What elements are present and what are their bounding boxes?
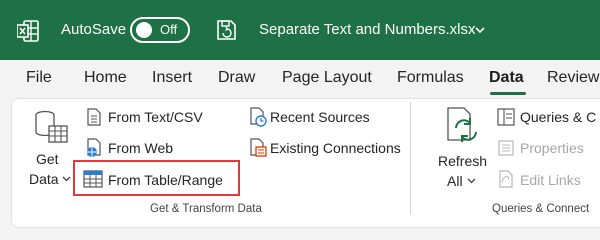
refresh-all-label-line1[interactable]: Refresh: [438, 152, 487, 170]
tab-home[interactable]: Home: [84, 68, 127, 88]
recent-sources-button[interactable]: Recent Sources: [270, 108, 370, 126]
tab-data[interactable]: Data: [489, 68, 524, 88]
edit-links-icon: [499, 170, 513, 188]
recent-sources-icon: [250, 107, 267, 127]
group-label-get-transform: Get & Transform Data: [150, 203, 262, 215]
save-sync-icon[interactable]: [214, 18, 238, 42]
existing-connections-button[interactable]: Existing Connections: [270, 139, 401, 157]
tab-file[interactable]: File: [26, 68, 52, 88]
get-data-icon[interactable]: [33, 108, 71, 146]
get-data-label-line2[interactable]: Data: [29, 170, 59, 188]
chevron-down-icon[interactable]: [62, 174, 71, 183]
refresh-icon[interactable]: [442, 106, 480, 146]
tab-draw[interactable]: Draw: [218, 68, 255, 88]
chevron-down-icon[interactable]: [474, 24, 486, 36]
refresh-all-label-line2[interactable]: All: [447, 172, 463, 190]
queries-connections-button[interactable]: Queries & C: [520, 108, 596, 126]
toggle-state-label: Off: [160, 22, 178, 37]
ribbon-tabs: File Home Insert Draw Page Layout Formul…: [0, 60, 600, 96]
excel-icon[interactable]: [17, 20, 39, 42]
group-separator: [410, 102, 411, 214]
edit-links-button[interactable]: Edit Links: [520, 171, 581, 189]
autosave-toggle[interactable]: Off: [130, 17, 190, 43]
text-file-icon: [87, 108, 101, 126]
autosave-label: AutoSave: [61, 21, 127, 38]
from-web-button[interactable]: From Web: [108, 139, 173, 157]
existing-connections-icon: [250, 138, 267, 157]
from-text-csv-button[interactable]: From Text/CSV: [108, 108, 203, 126]
tab-review[interactable]: Review: [547, 68, 599, 88]
toggle-knob: [136, 22, 152, 38]
get-data-label-line1[interactable]: Get: [36, 150, 59, 168]
properties-icon: [498, 140, 514, 156]
document-title[interactable]: Separate Text and Numbers.xlsx: [259, 19, 476, 41]
tab-formulas[interactable]: Formulas: [397, 68, 464, 88]
highlight-box: [73, 160, 240, 196]
group-label-queries-connections: Queries & Connect: [492, 203, 590, 215]
tab-insert[interactable]: Insert: [152, 68, 192, 88]
tab-page-layout[interactable]: Page Layout: [282, 68, 372, 88]
active-tab-indicator: [490, 92, 526, 95]
properties-button[interactable]: Properties: [520, 139, 584, 157]
title-bar: AutoSave Off Separate Text and Numbers.x…: [0, 0, 600, 60]
chevron-down-icon[interactable]: [467, 176, 476, 185]
queries-connections-icon[interactable]: [497, 108, 515, 126]
web-file-icon: [87, 138, 101, 157]
